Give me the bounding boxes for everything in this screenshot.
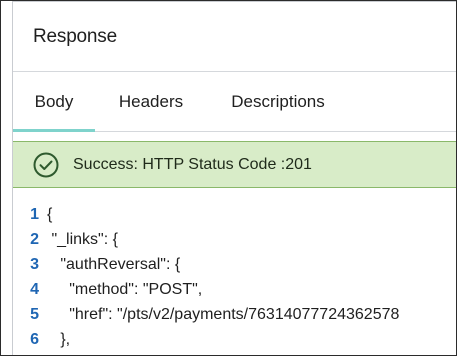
code-line: 4 "method": "POST", <box>13 277 456 302</box>
panel-title: Response <box>33 25 117 47</box>
code-line: 1 { <box>13 202 456 227</box>
tab-body[interactable]: Body <box>13 72 95 132</box>
code-line: 6 }, <box>13 327 456 352</box>
response-header: Response <box>13 2 456 72</box>
tab-descriptions[interactable]: Descriptions <box>207 72 349 131</box>
check-circle-icon <box>33 152 59 178</box>
code-text: { <box>47 205 53 223</box>
code-line: 2 "_links": { <box>13 227 456 252</box>
line-number: 2 <box>30 230 39 248</box>
line-number: 5 <box>30 305 39 323</box>
line-number: 6 <box>30 330 39 348</box>
status-message: Success: HTTP Status Code :201 <box>73 155 312 173</box>
code-text: }, <box>47 330 71 348</box>
window-frame: Response Body Headers Descriptions Succe… <box>0 0 457 356</box>
tab-headers[interactable]: Headers <box>95 72 207 131</box>
response-tabs: Body Headers Descriptions <box>13 72 456 132</box>
code-text: "_links": { <box>47 230 118 248</box>
code-line: 3 "authReversal": { <box>13 252 456 277</box>
code-line: 5 "href": "/pts/v2/payments/763140777243… <box>13 302 456 327</box>
line-number: 4 <box>30 280 39 298</box>
response-body-code: 1 { 2 "_links": { 3 "authReversal": { 4 … <box>13 202 456 355</box>
code-text: "href": "/pts/v2/payments/76314077724362… <box>47 305 400 323</box>
response-panel: Response Body Headers Descriptions Succe… <box>12 1 456 355</box>
status-banner: Success: HTTP Status Code :201 <box>13 141 456 188</box>
line-number: 3 <box>30 255 39 273</box>
code-text: "authReversal": { <box>47 255 181 273</box>
line-number: 1 <box>30 205 39 223</box>
code-text: "method": "POST", <box>47 280 203 298</box>
